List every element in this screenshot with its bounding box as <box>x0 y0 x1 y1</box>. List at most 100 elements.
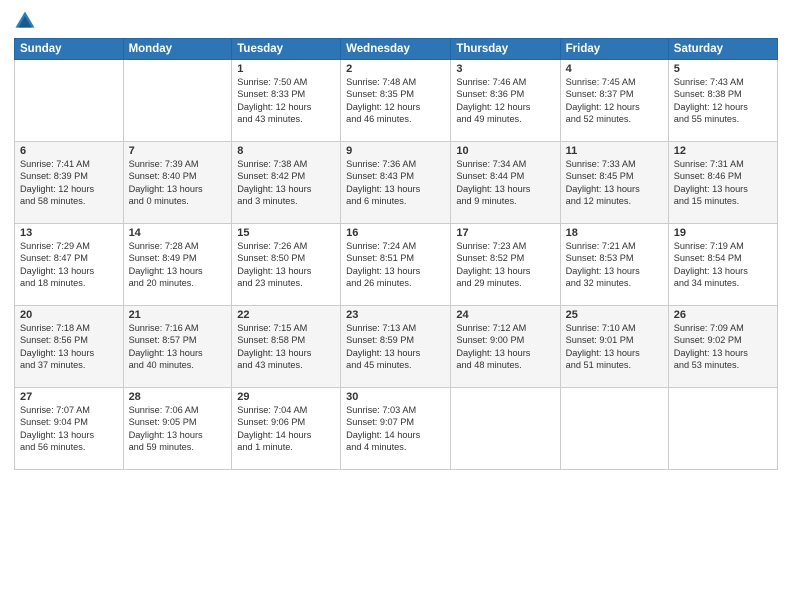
week-row-4: 20Sunrise: 7:18 AM Sunset: 8:56 PM Dayli… <box>15 306 778 388</box>
day-info: Sunrise: 7:10 AM Sunset: 9:01 PM Dayligh… <box>566 322 663 372</box>
calendar-cell: 26Sunrise: 7:09 AM Sunset: 9:02 PM Dayli… <box>668 306 777 388</box>
day-number: 10 <box>456 145 554 157</box>
logo <box>14 10 40 32</box>
day-info: Sunrise: 7:26 AM Sunset: 8:50 PM Dayligh… <box>237 240 335 290</box>
day-info: Sunrise: 7:28 AM Sunset: 8:49 PM Dayligh… <box>129 240 227 290</box>
calendar-table: SundayMondayTuesdayWednesdayThursdayFrid… <box>14 38 778 470</box>
calendar-cell: 5Sunrise: 7:43 AM Sunset: 8:38 PM Daylig… <box>668 60 777 142</box>
day-number: 24 <box>456 309 554 321</box>
calendar-cell: 28Sunrise: 7:06 AM Sunset: 9:05 PM Dayli… <box>123 388 232 470</box>
day-number: 22 <box>237 309 335 321</box>
calendar-cell <box>123 60 232 142</box>
day-number: 12 <box>674 145 772 157</box>
day-info: Sunrise: 7:48 AM Sunset: 8:35 PM Dayligh… <box>346 76 445 126</box>
calendar-cell: 12Sunrise: 7:31 AM Sunset: 8:46 PM Dayli… <box>668 142 777 224</box>
calendar-cell: 9Sunrise: 7:36 AM Sunset: 8:43 PM Daylig… <box>341 142 451 224</box>
day-info: Sunrise: 7:16 AM Sunset: 8:57 PM Dayligh… <box>129 322 227 372</box>
day-info: Sunrise: 7:06 AM Sunset: 9:05 PM Dayligh… <box>129 404 227 454</box>
calendar-cell <box>560 388 668 470</box>
day-info: Sunrise: 7:46 AM Sunset: 8:36 PM Dayligh… <box>456 76 554 126</box>
day-info: Sunrise: 7:21 AM Sunset: 8:53 PM Dayligh… <box>566 240 663 290</box>
day-info: Sunrise: 7:15 AM Sunset: 8:58 PM Dayligh… <box>237 322 335 372</box>
week-row-2: 6Sunrise: 7:41 AM Sunset: 8:39 PM Daylig… <box>15 142 778 224</box>
day-number: 7 <box>129 145 227 157</box>
day-number: 14 <box>129 227 227 239</box>
calendar-cell: 11Sunrise: 7:33 AM Sunset: 8:45 PM Dayli… <box>560 142 668 224</box>
day-info: Sunrise: 7:36 AM Sunset: 8:43 PM Dayligh… <box>346 158 445 208</box>
day-info: Sunrise: 7:19 AM Sunset: 8:54 PM Dayligh… <box>674 240 772 290</box>
calendar-cell: 3Sunrise: 7:46 AM Sunset: 8:36 PM Daylig… <box>451 60 560 142</box>
day-number: 3 <box>456 63 554 75</box>
day-info: Sunrise: 7:33 AM Sunset: 8:45 PM Dayligh… <box>566 158 663 208</box>
day-info: Sunrise: 7:29 AM Sunset: 8:47 PM Dayligh… <box>20 240 118 290</box>
week-row-1: 1Sunrise: 7:50 AM Sunset: 8:33 PM Daylig… <box>15 60 778 142</box>
calendar-cell: 24Sunrise: 7:12 AM Sunset: 9:00 PM Dayli… <box>451 306 560 388</box>
day-number: 19 <box>674 227 772 239</box>
day-info: Sunrise: 7:13 AM Sunset: 8:59 PM Dayligh… <box>346 322 445 372</box>
weekday-header-saturday: Saturday <box>668 39 777 60</box>
day-number: 6 <box>20 145 118 157</box>
day-number: 29 <box>237 391 335 403</box>
day-info: Sunrise: 7:34 AM Sunset: 8:44 PM Dayligh… <box>456 158 554 208</box>
calendar-cell: 16Sunrise: 7:24 AM Sunset: 8:51 PM Dayli… <box>341 224 451 306</box>
day-info: Sunrise: 7:09 AM Sunset: 9:02 PM Dayligh… <box>674 322 772 372</box>
day-number: 25 <box>566 309 663 321</box>
day-number: 27 <box>20 391 118 403</box>
day-number: 20 <box>20 309 118 321</box>
calendar-cell: 6Sunrise: 7:41 AM Sunset: 8:39 PM Daylig… <box>15 142 124 224</box>
calendar-cell: 13Sunrise: 7:29 AM Sunset: 8:47 PM Dayli… <box>15 224 124 306</box>
day-info: Sunrise: 7:43 AM Sunset: 8:38 PM Dayligh… <box>674 76 772 126</box>
calendar-cell <box>451 388 560 470</box>
calendar-cell: 18Sunrise: 7:21 AM Sunset: 8:53 PM Dayli… <box>560 224 668 306</box>
weekday-header-tuesday: Tuesday <box>232 39 341 60</box>
day-number: 8 <box>237 145 335 157</box>
day-number: 16 <box>346 227 445 239</box>
day-number: 2 <box>346 63 445 75</box>
day-info: Sunrise: 7:12 AM Sunset: 9:00 PM Dayligh… <box>456 322 554 372</box>
day-number: 9 <box>346 145 445 157</box>
day-number: 5 <box>674 63 772 75</box>
day-info: Sunrise: 7:50 AM Sunset: 8:33 PM Dayligh… <box>237 76 335 126</box>
page: SundayMondayTuesdayWednesdayThursdayFrid… <box>0 0 792 612</box>
calendar-cell: 23Sunrise: 7:13 AM Sunset: 8:59 PM Dayli… <box>341 306 451 388</box>
calendar-cell: 7Sunrise: 7:39 AM Sunset: 8:40 PM Daylig… <box>123 142 232 224</box>
calendar-cell: 29Sunrise: 7:04 AM Sunset: 9:06 PM Dayli… <box>232 388 341 470</box>
week-row-5: 27Sunrise: 7:07 AM Sunset: 9:04 PM Dayli… <box>15 388 778 470</box>
weekday-header-friday: Friday <box>560 39 668 60</box>
day-info: Sunrise: 7:03 AM Sunset: 9:07 PM Dayligh… <box>346 404 445 454</box>
day-info: Sunrise: 7:45 AM Sunset: 8:37 PM Dayligh… <box>566 76 663 126</box>
day-info: Sunrise: 7:41 AM Sunset: 8:39 PM Dayligh… <box>20 158 118 208</box>
calendar-cell: 2Sunrise: 7:48 AM Sunset: 8:35 PM Daylig… <box>341 60 451 142</box>
day-number: 13 <box>20 227 118 239</box>
day-number: 21 <box>129 309 227 321</box>
weekday-header-monday: Monday <box>123 39 232 60</box>
day-info: Sunrise: 7:23 AM Sunset: 8:52 PM Dayligh… <box>456 240 554 290</box>
day-number: 4 <box>566 63 663 75</box>
calendar-cell: 30Sunrise: 7:03 AM Sunset: 9:07 PM Dayli… <box>341 388 451 470</box>
calendar-cell: 21Sunrise: 7:16 AM Sunset: 8:57 PM Dayli… <box>123 306 232 388</box>
day-number: 17 <box>456 227 554 239</box>
calendar-cell: 20Sunrise: 7:18 AM Sunset: 8:56 PM Dayli… <box>15 306 124 388</box>
header <box>14 10 778 32</box>
calendar-cell: 10Sunrise: 7:34 AM Sunset: 8:44 PM Dayli… <box>451 142 560 224</box>
day-number: 1 <box>237 63 335 75</box>
day-number: 15 <box>237 227 335 239</box>
day-number: 30 <box>346 391 445 403</box>
day-number: 26 <box>674 309 772 321</box>
day-number: 28 <box>129 391 227 403</box>
calendar-cell: 19Sunrise: 7:19 AM Sunset: 8:54 PM Dayli… <box>668 224 777 306</box>
day-info: Sunrise: 7:38 AM Sunset: 8:42 PM Dayligh… <box>237 158 335 208</box>
day-info: Sunrise: 7:18 AM Sunset: 8:56 PM Dayligh… <box>20 322 118 372</box>
calendar-cell: 17Sunrise: 7:23 AM Sunset: 8:52 PM Dayli… <box>451 224 560 306</box>
day-info: Sunrise: 7:31 AM Sunset: 8:46 PM Dayligh… <box>674 158 772 208</box>
day-number: 11 <box>566 145 663 157</box>
calendar-cell: 25Sunrise: 7:10 AM Sunset: 9:01 PM Dayli… <box>560 306 668 388</box>
weekday-header-sunday: Sunday <box>15 39 124 60</box>
weekday-header-wednesday: Wednesday <box>341 39 451 60</box>
calendar-cell: 27Sunrise: 7:07 AM Sunset: 9:04 PM Dayli… <box>15 388 124 470</box>
weekday-header-thursday: Thursday <box>451 39 560 60</box>
calendar-cell: 14Sunrise: 7:28 AM Sunset: 8:49 PM Dayli… <box>123 224 232 306</box>
logo-icon <box>14 10 36 32</box>
calendar-cell <box>15 60 124 142</box>
calendar-cell: 1Sunrise: 7:50 AM Sunset: 8:33 PM Daylig… <box>232 60 341 142</box>
